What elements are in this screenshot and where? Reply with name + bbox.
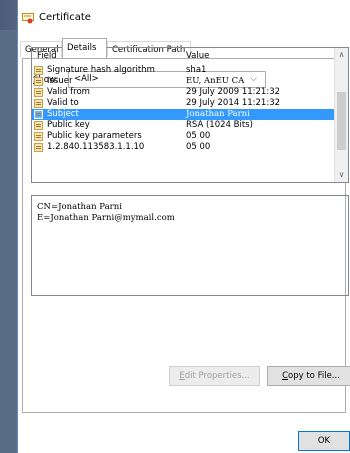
list-item[interactable]: Public key parameters 05 00 bbox=[32, 131, 334, 142]
scroll-down-arrow-icon[interactable]: ∨ bbox=[335, 168, 348, 182]
ok-button[interactable]: OK bbox=[298, 431, 350, 451]
field-value-textbox[interactable]: CN=Jonathan Parni E=Jonathan Parni@mymai… bbox=[31, 195, 349, 296]
scroll-up-arrow-icon[interactable]: ∧ bbox=[335, 48, 348, 62]
list-item-selected[interactable]: Subject Jonathan Parni bbox=[32, 109, 334, 120]
list-item[interactable]: Valid to 29 July 2014 11:21:32 bbox=[32, 98, 334, 109]
field-icon bbox=[34, 66, 43, 75]
field-icon bbox=[34, 110, 43, 119]
list-item[interactable]: Signature hash algorithm sha1 bbox=[32, 65, 334, 76]
edit-properties-button[interactable]: Edit Properties... bbox=[169, 366, 260, 386]
column-header-field[interactable]: Field bbox=[37, 48, 57, 64]
scrollbar-thumb[interactable] bbox=[337, 92, 346, 150]
field-icon bbox=[34, 88, 43, 97]
list-item[interactable]: 1.2.840.113583.1.1.10 05 00 bbox=[32, 142, 334, 153]
tab-details[interactable]: Details bbox=[62, 38, 107, 58]
certificate-icon bbox=[22, 13, 34, 24]
field-icon bbox=[34, 99, 43, 108]
title-bar: Certificate bbox=[18, 0, 350, 36]
certificate-dialog: Certificate General Details Certificatio… bbox=[17, 0, 350, 453]
field-icon bbox=[34, 132, 43, 141]
list-item[interactable]: Public key RSA (1024 Bits) bbox=[32, 120, 334, 131]
field-icon bbox=[34, 77, 43, 86]
window-title: Certificate bbox=[39, 12, 91, 23]
field-icon bbox=[34, 143, 43, 152]
field-list[interactable]: Field Value Signature hash algorithm sha… bbox=[31, 47, 349, 183]
field-icon bbox=[34, 121, 43, 130]
copy-to-file-button[interactable]: Copy to File... bbox=[267, 366, 350, 386]
column-header-value[interactable]: Value bbox=[186, 48, 209, 64]
detail-line: E=Jonathan Parni@mymail.com bbox=[37, 213, 175, 223]
list-item[interactable]: Issuer EU, AnEU CA bbox=[32, 76, 334, 87]
detail-line: CN=Jonathan Parni bbox=[37, 202, 122, 212]
list-item[interactable]: Valid from 29 July 2009 11:21:32 bbox=[32, 87, 334, 98]
list-scrollbar[interactable]: ∧ ∨ bbox=[334, 48, 348, 182]
